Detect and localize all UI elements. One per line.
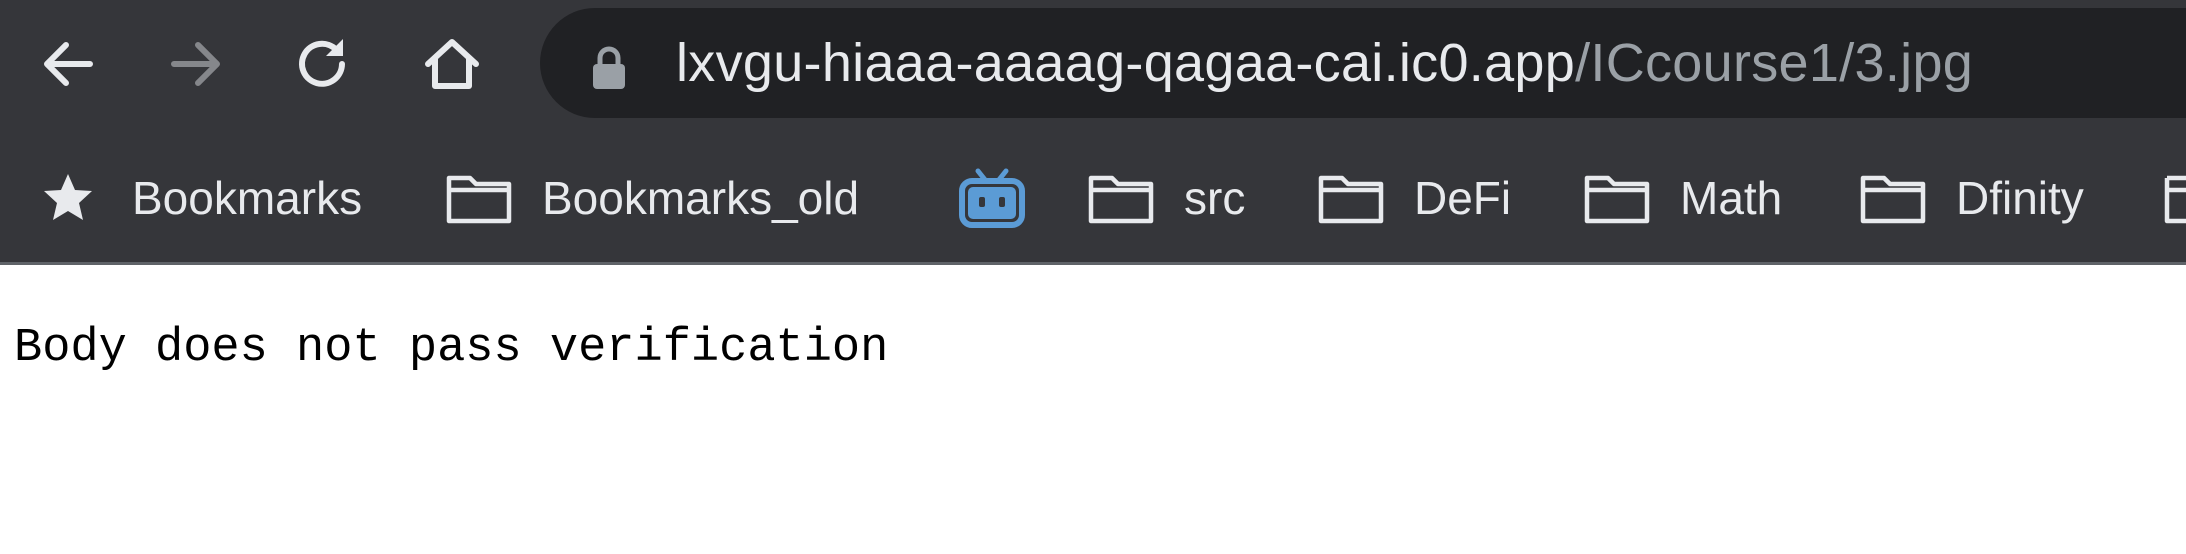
star-icon bbox=[44, 174, 92, 220]
back-button[interactable] bbox=[26, 22, 110, 106]
arrow-left-icon bbox=[44, 42, 93, 86]
bookmark-bookmarks[interactable]: Bookmarks bbox=[40, 132, 362, 264]
page-body-text: Body does not pass verification bbox=[14, 322, 889, 375]
folder-icon bbox=[2164, 175, 2186, 224]
url-path: /ICcourse1/3.jpg bbox=[1575, 33, 1974, 93]
home-button[interactable] bbox=[410, 22, 494, 106]
reload-icon bbox=[299, 39, 345, 87]
lock-icon[interactable] bbox=[592, 46, 626, 90]
bookmark-folder-math[interactable]: Math bbox=[1584, 132, 1782, 264]
bookmark-folder-defi[interactable]: DeFi bbox=[1318, 132, 1511, 264]
url-host: lxvgu-hiaaa-aaaag-qagaa-cai.ic0.app bbox=[676, 33, 1576, 93]
bookmark-label: Math bbox=[1680, 172, 1783, 224]
forward-button[interactable] bbox=[154, 22, 238, 106]
folder-icon bbox=[1860, 175, 1926, 224]
bookmark-label: DeFi bbox=[1414, 172, 1512, 224]
folder-icon bbox=[1088, 175, 1154, 224]
browser-toolbar: lxvgu-hiaaa-aaaag-qagaa-cai.ic0.app/ICco… bbox=[0, 0, 2186, 132]
bookmark-bilibili[interactable] bbox=[958, 132, 1026, 264]
bookmark-folder-src[interactable]: src bbox=[1088, 132, 1245, 264]
bookmark-label: Bookmarks_old bbox=[542, 172, 860, 224]
arrow-right-icon bbox=[171, 42, 220, 86]
bookmark-folder-bookmarks-old[interactable]: Bookmarks_old bbox=[446, 132, 859, 264]
reload-button[interactable] bbox=[282, 22, 366, 106]
bookmark-label: src bbox=[1184, 172, 1246, 224]
toolbar-divider bbox=[0, 262, 2186, 265]
bookmark-folder-overflow[interactable] bbox=[2164, 132, 2186, 264]
folder-icon bbox=[446, 175, 512, 224]
folder-icon bbox=[1318, 175, 1384, 224]
url-text[interactable]: lxvgu-hiaaa-aaaag-qagaa-cai.ic0.app/ICco… bbox=[676, 8, 1973, 118]
address-bar[interactable]: lxvgu-hiaaa-aaaag-qagaa-cai.ic0.app/ICco… bbox=[540, 8, 2186, 118]
bilibili-icon bbox=[959, 168, 1025, 228]
folder-icon bbox=[1584, 175, 1650, 224]
bookmark-folder-dfinity[interactable]: Dfinity bbox=[1860, 132, 2084, 264]
bookmark-label: Dfinity bbox=[1956, 172, 2084, 224]
bookmark-label: Bookmarks bbox=[132, 172, 363, 224]
home-icon bbox=[425, 39, 479, 89]
